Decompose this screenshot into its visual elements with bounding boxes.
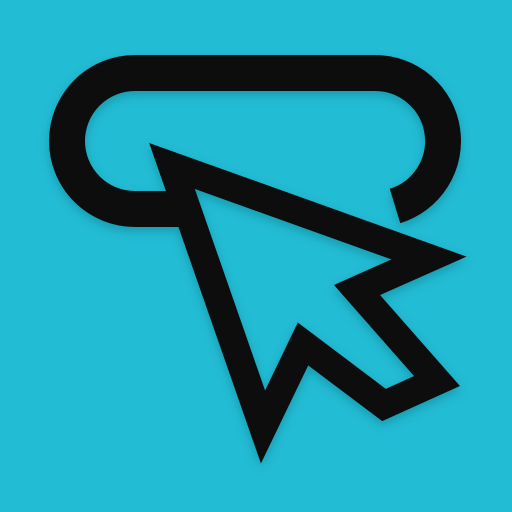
- app-icon: [0, 0, 512, 512]
- app-icon-artwork: [0, 0, 512, 512]
